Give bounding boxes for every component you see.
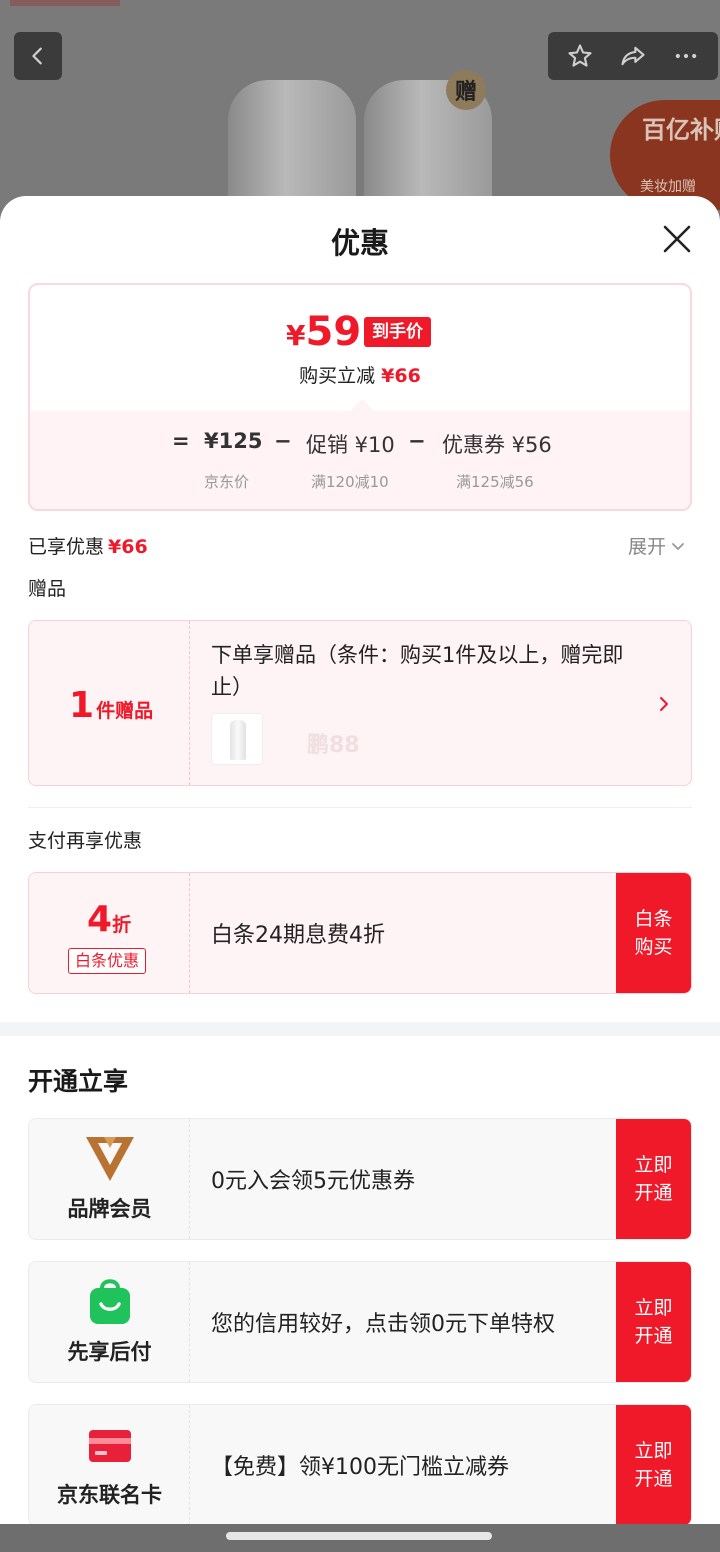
chevron-down-icon xyxy=(672,542,684,550)
enjoyed-discount: 已享优惠 ¥66 xyxy=(28,536,148,558)
section-separator xyxy=(0,1022,720,1036)
pay-section-label: 支付再享优惠 xyxy=(28,830,143,852)
formula-coupon-rule: 满125减56 xyxy=(456,473,534,491)
shopping-bag-icon xyxy=(89,1279,130,1324)
gift-count: 1 件赠品 xyxy=(69,685,154,726)
cobrand-card-open-button[interactable]: 立即开通 xyxy=(616,1405,691,1524)
home-indicator[interactable] xyxy=(226,1532,492,1540)
subsidy-badge-title: 百亿补贴 xyxy=(642,116,720,144)
baitiao-tag: 白条优惠 xyxy=(68,948,147,974)
gift-section-label: 赠品 xyxy=(28,578,67,600)
baitiao-buy-button[interactable]: 白条购买 xyxy=(616,873,691,993)
baitiao-text: 白条24期息费4折 xyxy=(211,923,385,948)
discount-sheet: 优惠 ¥59 到手价 购买立减 ¥66 = ¥125 − 促销 ¥10 − 优惠券… xyxy=(0,196,720,1524)
brand-v-icon xyxy=(85,1137,134,1181)
formula-promo-rule: 满120减10 xyxy=(311,473,389,491)
more-dots-icon xyxy=(675,53,696,59)
favorite-button[interactable] xyxy=(562,38,598,74)
gift-count-area: 1 件赠品 xyxy=(29,621,190,785)
cobrand-card-name: 京东联名卡 xyxy=(57,1483,162,1507)
gift-badge: 赠 xyxy=(446,70,486,110)
cobrand-card-text: 【免费】领¥100无门槛立减券 xyxy=(211,1455,509,1480)
price-breakdown-card: ¥59 到手价 购买立减 ¥66 = ¥125 − 促销 ¥10 − 优惠券 ¥5… xyxy=(28,283,692,511)
saving-label: 购买立减 xyxy=(299,365,376,387)
paylater-open-button[interactable]: 立即开通 xyxy=(616,1262,691,1382)
divider xyxy=(28,807,692,808)
final-price-tag: 到手价 xyxy=(364,317,431,347)
gift-card[interactable]: 1 件赠品 下单享赠品（条件：购买1件及以上，赠完即止） 鹏88 xyxy=(28,620,692,786)
formula-minus: − xyxy=(408,429,426,453)
brand-member-area: 品牌会员 xyxy=(29,1119,190,1239)
credit-card-icon xyxy=(88,1430,131,1462)
paylater-area: 先享后付 xyxy=(29,1262,190,1382)
formula-coupon: 优惠券 ¥56 xyxy=(442,433,552,457)
baitiao-offer-card: 4折 白条优惠 白条24期息费4折 白条购买 xyxy=(28,872,692,994)
gift-thumbnail[interactable] xyxy=(211,713,263,765)
close-button[interactable] xyxy=(660,222,694,256)
baitiao-discount: 4折 xyxy=(87,899,132,940)
share-button[interactable] xyxy=(615,38,651,74)
formula-equals: = xyxy=(172,429,190,453)
brand-member-text: 0元入会领5元优惠券 xyxy=(211,1169,415,1194)
top-action-group xyxy=(548,32,718,80)
share-icon xyxy=(621,46,645,66)
close-icon xyxy=(663,225,691,253)
cobrand-card-offer-card: 京东联名卡 【免费】领¥100无门槛立减券 立即开通 xyxy=(28,1404,692,1524)
sheet-title: 优惠 xyxy=(330,226,389,260)
back-button[interactable] xyxy=(14,32,62,80)
paylater-text: 您的信用较好，点击领0元下单特权 xyxy=(211,1312,555,1337)
chevron-right-icon xyxy=(660,697,668,711)
expand-button[interactable]: 展开 xyxy=(628,532,686,559)
final-price: ¥59 xyxy=(286,309,362,355)
saving-line: 购买立减 ¥66 xyxy=(30,361,690,388)
paylater-name: 先享后付 xyxy=(67,1340,152,1364)
formula-minus: − xyxy=(274,429,292,453)
cobrand-card-area: 京东联名卡 xyxy=(29,1405,190,1524)
chevron-left-icon xyxy=(32,47,42,65)
subsidy-badge: 百亿补贴 美妆加赠 xyxy=(610,100,720,210)
breakdown-caret xyxy=(350,399,374,411)
star-icon xyxy=(568,44,592,67)
price-formula: = ¥125 − 促销 ¥10 − 优惠券 ¥56 京东价 满120减10 满1… xyxy=(30,411,690,509)
formula-base-label: 京东价 xyxy=(204,473,250,491)
more-button[interactable] xyxy=(668,38,704,74)
formula-promo: 促销 ¥10 xyxy=(306,433,395,457)
saving-value: ¥66 xyxy=(381,365,421,387)
paylater-offer-card: 先享后付 您的信用较好，点击领0元下单特权 立即开通 xyxy=(28,1261,692,1383)
brand-member-offer-card: 品牌会员 0元入会领5元优惠券 立即开通 xyxy=(28,1118,692,1240)
formula-base-price: ¥125 xyxy=(204,429,263,453)
subsidy-badge-subtitle: 美妆加赠 xyxy=(640,179,696,195)
gift-description: 下单享赠品（条件：购买1件及以上，赠完即止） xyxy=(211,643,624,699)
watermark-text: 鹏88 xyxy=(307,733,360,758)
brand-member-open-button[interactable]: 立即开通 xyxy=(616,1119,691,1239)
baitiao-discount-area: 4折 白条优惠 xyxy=(29,873,190,993)
open-section-title: 开通立享 xyxy=(28,1067,129,1096)
status-strip xyxy=(10,0,120,6)
final-price-area: ¥59 到手价 购买立减 ¥66 xyxy=(30,285,690,411)
brand-member-name: 品牌会员 xyxy=(67,1197,152,1221)
